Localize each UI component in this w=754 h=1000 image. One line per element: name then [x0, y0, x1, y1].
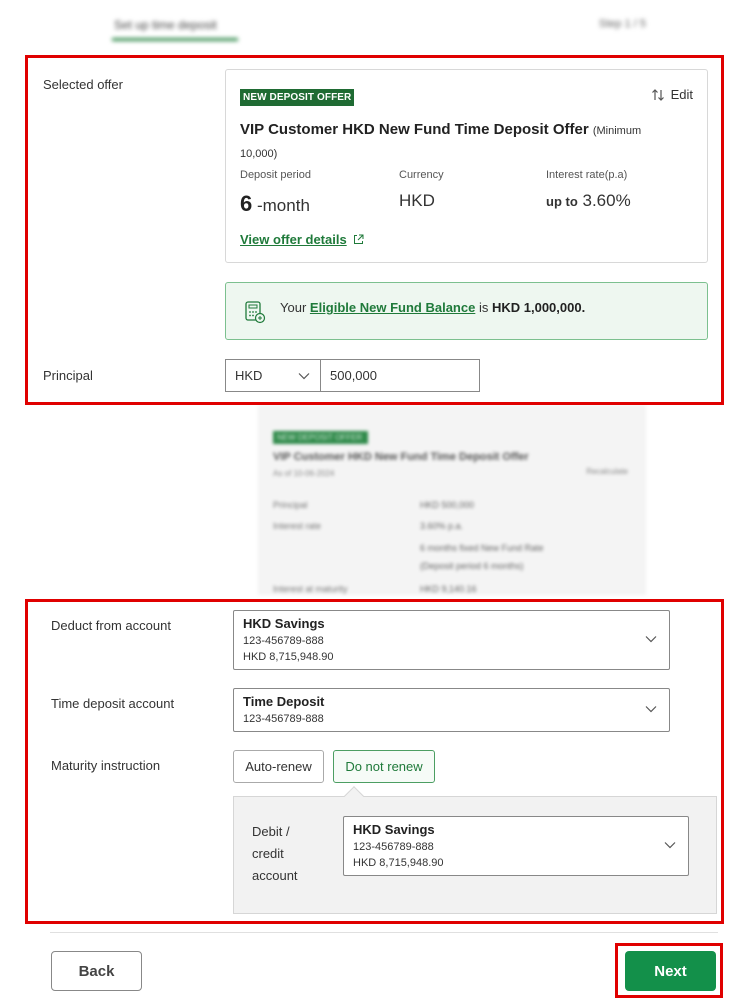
footer-divider [50, 932, 718, 933]
summary-recalculate: Recalculate [586, 467, 628, 476]
step-header: Set up time deposit Step 1 / 5 [110, 14, 650, 41]
summary-row-value: 6 months fixed New Fund Rate [420, 543, 544, 553]
back-button[interactable]: Back [51, 951, 142, 991]
summary-row-value: HKD 9,140.16 [420, 584, 477, 594]
summary-subtitle: As of 10-06-2024 [273, 469, 335, 478]
summary-title: VIP Customer HKD New Fund Time Deposit O… [273, 451, 529, 463]
summary-badge: NEW DEPOSIT OFFER [273, 431, 368, 444]
summary-row-label: Principal [273, 500, 308, 510]
step-title: Set up time deposit [114, 18, 217, 32]
deposit-summary-panel: NEW DEPOSIT OFFER VIP Customer HKD New F… [258, 405, 646, 595]
highlight-box-next [615, 943, 723, 998]
step-count: Step 1 / 5 [598, 18, 646, 30]
summary-row-label: Interest at maturity [273, 584, 348, 594]
summary-row-value: HKD 500,000 [420, 500, 475, 510]
summary-row-value: 3.60% p.a. [420, 521, 464, 531]
step-progress-bar [112, 38, 238, 41]
summary-row-label: Interest rate [273, 521, 322, 531]
highlight-box-accounts [25, 599, 724, 924]
summary-row-value: (Deposit period 6 months) [420, 561, 524, 571]
highlight-box-offer [25, 55, 724, 405]
